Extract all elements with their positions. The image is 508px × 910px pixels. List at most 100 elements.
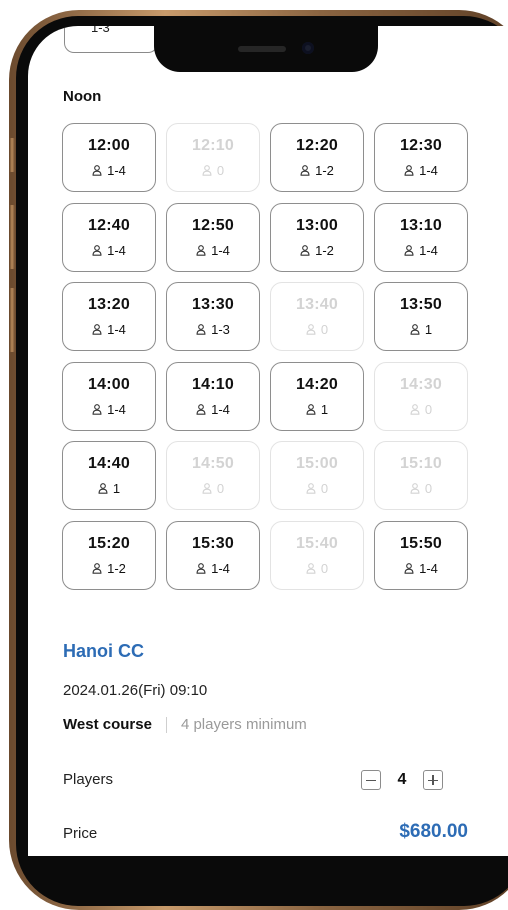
slot-time: 12:00	[88, 137, 130, 154]
person-icon	[404, 562, 414, 574]
slot-time: 14:20	[296, 375, 338, 393]
minus-icon	[366, 779, 376, 781]
person-icon	[306, 403, 316, 415]
slot-capacity-value: 1-2	[315, 163, 334, 178]
tee-time-slot[interactable]: 12:50 1-4	[166, 202, 260, 272]
slot-capacity-value: 1-3	[211, 322, 230, 337]
slot-capacity: 1-2	[300, 163, 334, 178]
tee-time-slot: 13:40 0	[270, 282, 364, 351]
person-icon	[92, 165, 102, 176]
tee-time-slot[interactable]: 14:40 1	[62, 441, 156, 510]
tee-time-slot[interactable]: 12:30 1-4	[374, 123, 468, 192]
slot-time: 15:00	[296, 455, 338, 472]
slot-capacity-value: 1	[424, 322, 433, 337]
slot-capacity: 0	[306, 561, 328, 576]
slot-capacity: 1-2	[300, 243, 334, 258]
slot-capacity: 1-4	[92, 243, 126, 258]
person-icon	[196, 244, 206, 256]
person-icon	[196, 403, 206, 415]
tee-time-slot[interactable]: 12:40 1-4	[62, 202, 156, 272]
tee-time-slot[interactable]: 15:50 1-4	[374, 520, 468, 590]
tee-time-slot[interactable]: 13:20 1-4	[62, 282, 156, 351]
price-label: Price	[63, 825, 98, 842]
slot-capacity: 1-2	[92, 561, 126, 576]
slot-time: 12:50	[192, 216, 234, 234]
tee-time-slot[interactable]: 12:00 1-4	[62, 123, 156, 192]
plus-icon-vertical	[432, 775, 434, 785]
person-icon	[196, 562, 206, 574]
person-icon	[92, 244, 102, 256]
front-camera	[302, 42, 314, 54]
slot-time: 15:50	[400, 534, 442, 552]
slot-capacity-value: 1-4	[419, 163, 438, 178]
slot-capacity: 0	[306, 481, 328, 496]
slot-time: 14:00	[88, 375, 130, 393]
slot-capacity-value: 1-4	[419, 560, 438, 576]
decrement-button[interactable]	[361, 770, 381, 790]
tee-time-slot[interactable]: 13:00 1-2	[270, 202, 364, 272]
slot-time: 12:30	[400, 137, 442, 154]
person-icon	[410, 403, 420, 415]
club-name: Hanoi CC	[63, 641, 144, 661]
slot-capacity-value: 1-2	[107, 560, 126, 576]
person-icon	[202, 483, 212, 494]
tee-time-slot[interactable]: 15:20 1-2	[62, 520, 156, 590]
person-icon	[404, 165, 414, 176]
slot-time: 14:50	[192, 455, 234, 472]
slot-capacity-value: 0	[216, 163, 225, 178]
tee-time-slot[interactable]: 12:20 1-2	[270, 123, 364, 192]
tee-time-slot: 15:10 0	[374, 441, 468, 510]
speaker-grille	[238, 46, 286, 52]
slot-capacity-value: 1-4	[211, 401, 230, 417]
slot-capacity-value: 1-4	[107, 242, 126, 258]
slot-capacity: 1	[410, 322, 432, 337]
slot-time: 12:40	[88, 216, 130, 234]
course-info: West course 4 players minimum	[63, 716, 307, 733]
slot-capacity-value: 0	[424, 481, 433, 496]
tee-time-slot[interactable]: 14:00 1-4	[62, 361, 156, 431]
slot-capacity: 1-4	[404, 243, 438, 258]
slot-time: 14:30	[400, 375, 442, 393]
slot-capacity-value: 0	[320, 560, 329, 576]
slot-capacity: 0	[202, 481, 224, 496]
tee-time-slot[interactable]: 15:30 1-4	[166, 520, 260, 590]
slot-capacity-value: 0	[424, 401, 433, 417]
slot-capacity-value: 0	[320, 481, 329, 496]
slot-capacity-value: 0	[320, 322, 329, 337]
person-icon	[202, 165, 212, 176]
person-icon	[92, 324, 102, 335]
previous-slot-capacity: 1-3	[91, 26, 110, 35]
person-icon	[196, 324, 206, 335]
tee-time-slot[interactable]: 13:50 1	[374, 282, 468, 351]
person-icon	[300, 165, 310, 176]
tee-time-slot[interactable]: 13:10 1-4	[374, 202, 468, 272]
slot-capacity: 1-4	[404, 561, 438, 576]
person-icon	[92, 562, 102, 574]
slot-capacity: 1-3	[196, 322, 230, 337]
slot-capacity-value: 1	[112, 481, 121, 496]
tee-time-slot: 14:50 0	[166, 441, 260, 510]
slot-capacity: 1-4	[404, 163, 438, 178]
tee-time-slot: 15:40 0	[270, 520, 364, 590]
increment-button[interactable]	[423, 770, 443, 790]
tee-time-slot[interactable]: 14:20 1	[270, 361, 364, 431]
slot-capacity: 1	[98, 481, 120, 496]
slot-time: 15:40	[296, 534, 338, 552]
booking-datetime: 2024.01.26(Fri) 09:10	[63, 682, 208, 699]
slot-capacity: 1-4	[92, 322, 126, 337]
slot-capacity: 1-4	[196, 402, 230, 417]
slot-capacity-value: 1-4	[107, 322, 126, 337]
slot-time: 13:20	[88, 296, 130, 313]
side-button-volume-up	[9, 205, 15, 269]
players-stepper: 4	[361, 770, 443, 790]
tee-time-grid: 12:00 1-4 12:10 0 12:20 1-2 12:30 1-4 12:40 1-4 12…	[62, 123, 470, 590]
tee-time-slot: 14:30 0	[374, 361, 468, 431]
slot-capacity: 0	[306, 322, 328, 337]
previous-slot-chip[interactable]: 1-3	[64, 26, 158, 53]
slot-time: 15:20	[88, 534, 130, 552]
slot-time: 13:10	[400, 216, 442, 234]
players-minimum: 4 players minimum	[180, 716, 307, 733]
slot-time: 12:20	[296, 137, 338, 154]
tee-time-slot[interactable]: 13:30 1-3	[166, 282, 260, 351]
tee-time-slot[interactable]: 14:10 1-4	[166, 361, 260, 431]
